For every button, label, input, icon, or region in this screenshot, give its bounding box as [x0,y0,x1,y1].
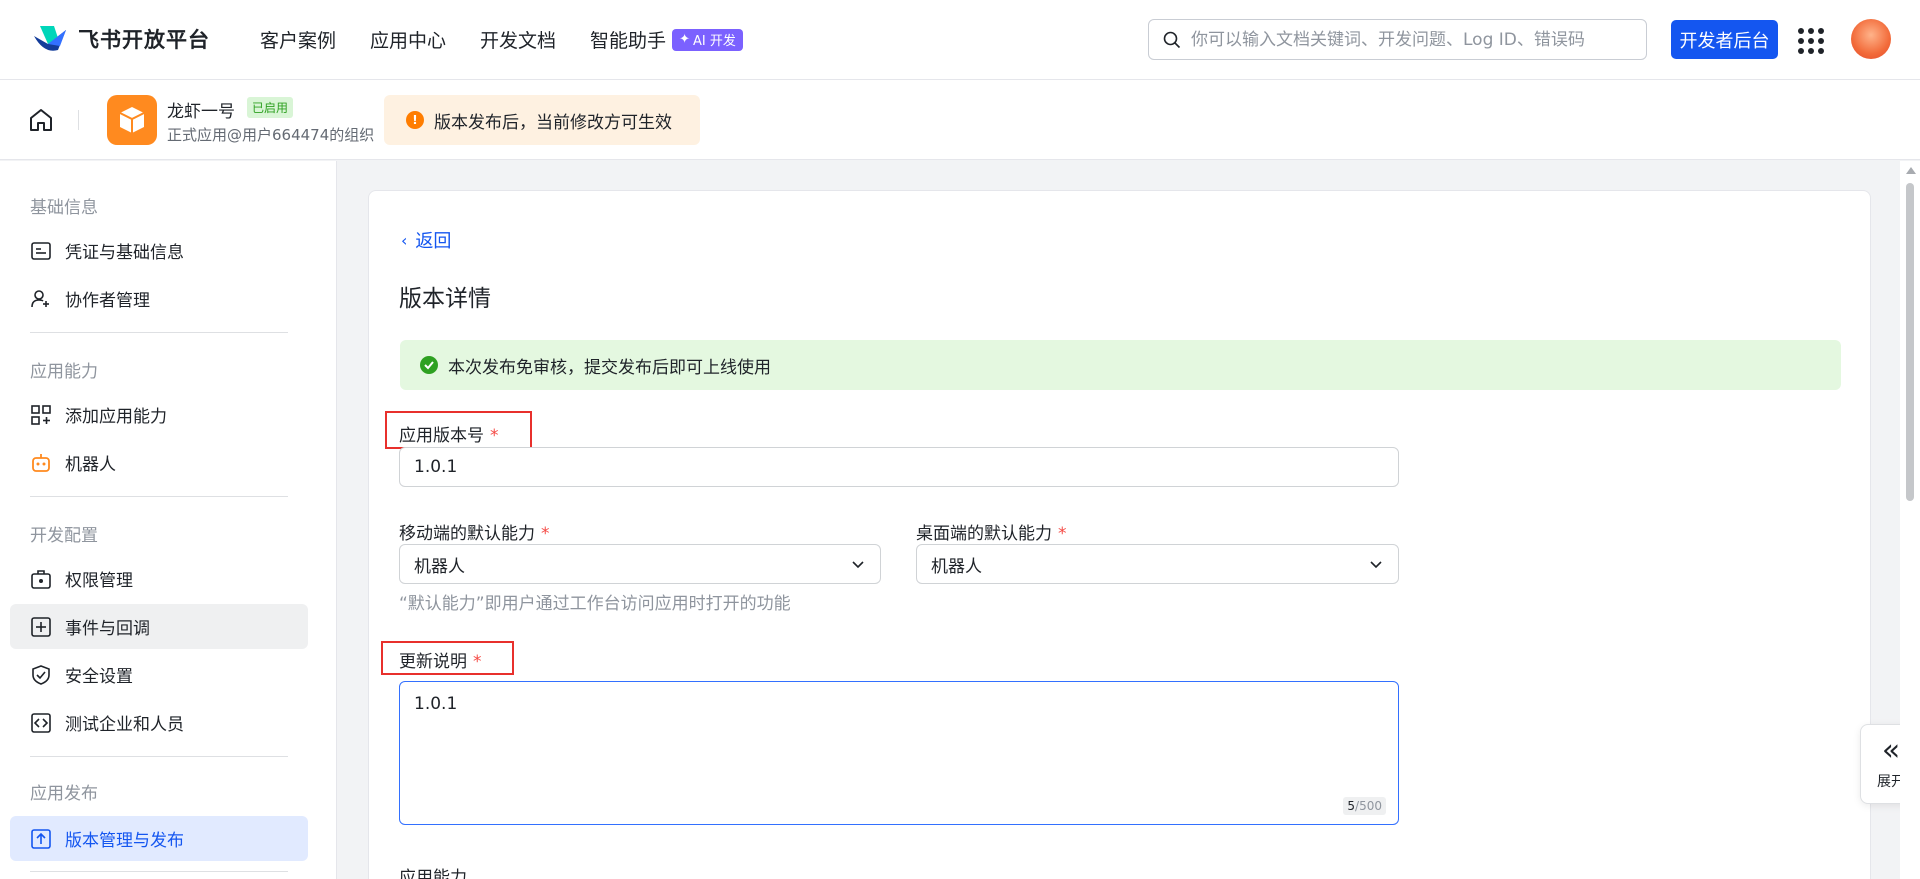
page-title: 版本详情 [399,286,491,312]
mobile-default-value: 机器人 [414,556,465,577]
search-box[interactable] [1148,19,1647,60]
desktop-default-select[interactable]: 机器人 [916,544,1399,584]
sidebar-section-capabilities: 应用能力 [30,362,98,382]
chevron-down-icon [1370,561,1382,569]
default-capability-hint: “默认能力”即用户通过工作台访问应用时打开的功能 [399,594,791,614]
sparkle-icon: ✦ [679,32,690,47]
nav-link-app-center[interactable]: 应用中心 [370,26,446,53]
id-card-icon [30,240,52,262]
search-icon [1163,31,1181,48]
version-input-value: 1.0.1 [414,457,458,477]
sidebar-item-label: 版本管理与发布 [65,831,184,851]
sidebar-item-version-release[interactable]: 版本管理与发布 [10,816,308,861]
sidebar-divider [30,332,288,333]
version-label: 应用版本号 * [399,426,499,446]
user-avatar[interactable] [1851,19,1891,59]
ai-badge[interactable]: ✦ AI 开发 [672,28,743,51]
sidebar: 基础信息 凭证与基础信息 协作者管理 应用能力 添加应用能力 机器人 开发配置 … [0,161,337,879]
sidebar-item-label: 安全设置 [65,667,133,687]
developer-console-button[interactable]: 开发者后台 [1671,20,1778,59]
sidebar-item-label: 凭证与基础信息 [65,243,184,263]
page-scrollbar[interactable] [1900,161,1920,879]
sidebar-item-credentials[interactable]: 凭证与基础信息 [10,228,308,273]
home-icon[interactable] [28,107,54,133]
app-capability-section-label: 应用能力 [399,868,467,879]
package-box-icon [119,107,145,133]
sidebar-divider [30,496,288,497]
sidebar-section-publish: 应用发布 [30,784,98,804]
upload-icon [30,828,52,850]
sidebar-section-dev-config: 开发配置 [30,526,98,546]
sidebar-section-basic: 基础信息 [30,198,98,218]
sidebar-item-add-capability[interactable]: 添加应用能力 [10,392,308,437]
briefcase-lock-icon [30,568,52,590]
desktop-default-label: 桌面端的默认能力 * [916,524,1067,544]
divider [78,110,79,130]
add-apps-icon [30,404,52,426]
sidebar-item-label: 权限管理 [65,571,133,591]
version-input[interactable]: 1.0.1 [399,447,1399,487]
top-navigation: 飞书开放平台 客户案例 应用中心 开发文档 智能助手 ✦AI 开发 开发者后台 [0,0,1920,80]
sidebar-item-collaborators[interactable]: 协作者管理 [10,276,308,321]
scroll-up-arrow-icon[interactable] [1906,167,1916,174]
nav-links: 客户案例 应用中心 开发文档 智能助手 ✦ AI 开发 [260,26,743,53]
sidebar-item-label: 测试企业和人员 [65,715,184,735]
update-notes-textarea[interactable]: 1.0.1 5/500 [399,681,1399,825]
nav-link-assistant[interactable]: 智能助手 [590,26,666,53]
sidebar-item-label: 事件与回调 [65,619,150,639]
back-link[interactable]: ‹ 返回 [401,227,451,253]
search-input[interactable] [1191,29,1631,50]
sidebar-item-permissions[interactable]: 权限管理 [10,556,308,601]
chevron-down-icon [852,561,864,569]
sidebar-divider [30,756,288,757]
check-circle-icon [420,356,438,374]
robot-icon [30,452,52,474]
sidebar-item-label: 添加应用能力 [65,407,167,427]
sidebar-divider [30,871,288,872]
nav-link-docs[interactable]: 开发文档 [480,26,556,53]
event-plus-icon [30,616,52,638]
chevron-left-icon: ‹ [401,230,408,250]
ai-badge-label: AI 开发 [692,34,736,49]
sidebar-item-label: 协作者管理 [65,291,150,311]
version-detail-card: ‹ 返回 版本详情 本次发布免审核，提交发布后即可上线使用 应用版本号 * 1.0… [368,190,1871,879]
mobile-default-select[interactable]: 机器人 [399,544,881,584]
back-label: 返回 [415,231,452,252]
sidebar-item-events[interactable]: 事件与回调 [10,604,308,649]
update-notes-value: 1.0.1 [414,694,458,714]
user-add-icon [30,288,52,310]
double-chevron-left-icon: « [1881,733,1901,768]
apps-grid-icon[interactable] [1798,28,1824,54]
nav-link-cases[interactable]: 客户案例 [260,26,336,53]
scroll-thumb[interactable] [1906,183,1914,501]
code-icon [30,712,52,734]
sidebar-item-bot[interactable]: 机器人 [10,440,308,485]
sidebar-item-label: 机器人 [65,455,116,475]
success-banner: 本次发布免审核，提交发布后即可上线使用 [400,340,1841,390]
publish-notice-text: 版本发布后，当前修改方可生效 [434,112,672,133]
success-banner-text: 本次发布免审核，提交发布后即可上线使用 [448,357,771,378]
app-header-bar: 龙虾一号 已启用 正式应用@用户664474的组织 ! 版本发布后，当前修改方可… [0,80,1920,160]
app-organization: 正式应用@用户664474的组织 [167,126,375,144]
app-icon [107,95,157,145]
brand-logo[interactable]: 飞书开放平台 [32,24,210,54]
shield-icon [30,664,52,686]
sidebar-item-security[interactable]: 安全设置 [10,652,308,697]
update-notes-label: 更新说明 * [399,652,482,672]
app-name: 龙虾一号 [167,102,235,122]
desktop-default-value: 机器人 [931,556,982,577]
mobile-default-label: 移动端的默认能力 * [399,524,550,544]
publish-notice: ! 版本发布后，当前修改方可生效 [384,95,700,145]
feishu-logo-icon [34,26,66,51]
character-counter: 5/500 [1343,797,1386,815]
app-status-badge: 已启用 [247,97,294,118]
warning-icon: ! [406,111,424,129]
brand-name: 飞书开放平台 [78,28,210,52]
sidebar-item-test-tenants[interactable]: 测试企业和人员 [10,700,308,745]
